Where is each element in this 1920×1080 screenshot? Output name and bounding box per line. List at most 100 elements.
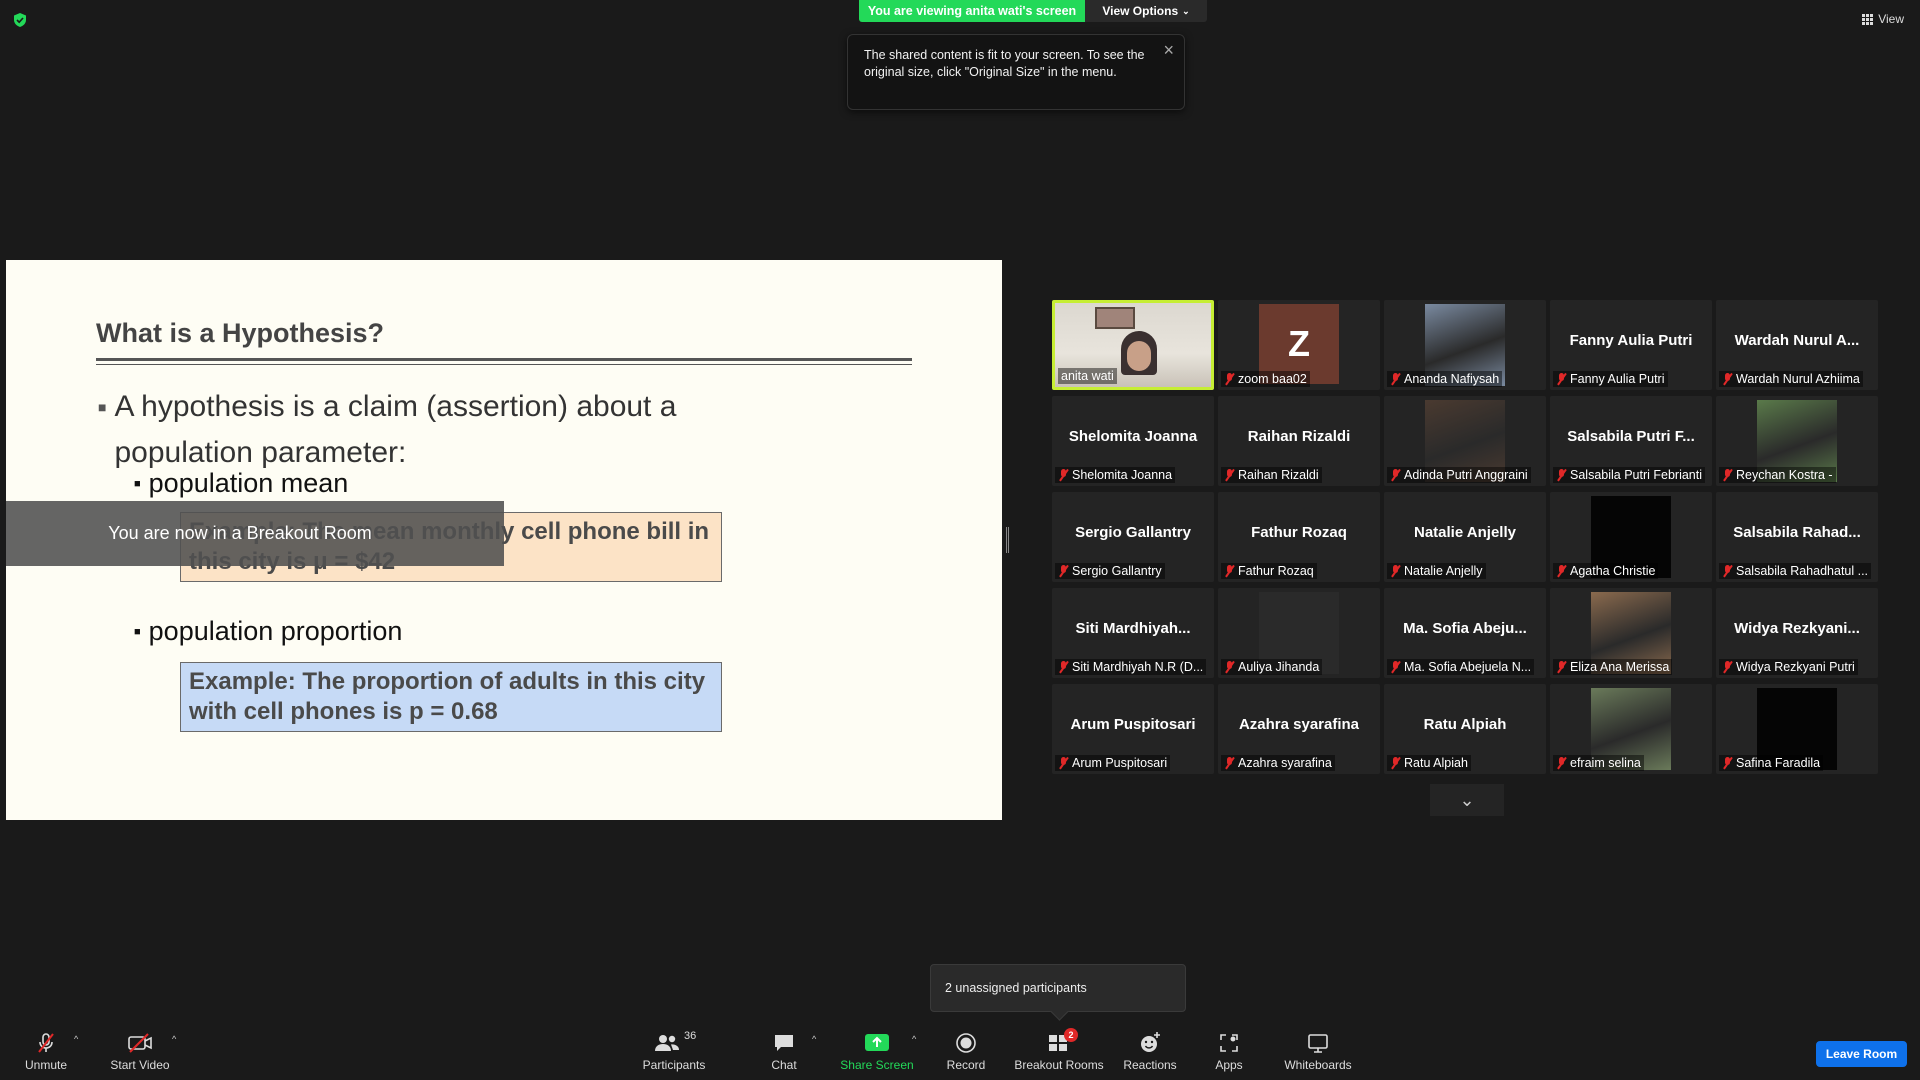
participant-name-label: Ananda Nafiysah xyxy=(1387,371,1503,387)
microphone-muted-icon xyxy=(1390,565,1401,577)
start-video-label: Start Video xyxy=(110,1058,170,1072)
reactions-button[interactable]: Reactions xyxy=(1123,1030,1177,1076)
sub-bullet-text: population proportion xyxy=(148,616,403,646)
participant-tile[interactable]: Ananda Nafiysah xyxy=(1384,300,1546,390)
participant-display-name: Salsabila Rahad... xyxy=(1733,524,1861,541)
microphone-muted-icon xyxy=(1722,469,1733,481)
participant-display-name: Shelomita Joanna xyxy=(1068,428,1198,445)
record-button[interactable]: Record xyxy=(944,1030,988,1076)
share-screen-button[interactable]: Share Screen xyxy=(840,1030,914,1076)
participant-display-name: Wardah Nurul A... xyxy=(1734,332,1860,349)
view-options-label: View Options xyxy=(1102,4,1179,18)
participant-tile[interactable]: Reychan Kostra - xyxy=(1716,396,1878,486)
whiteboards-button[interactable]: Whiteboards xyxy=(1280,1030,1356,1076)
participant-tile[interactable]: Safina Faradila xyxy=(1716,684,1878,774)
participant-name-label: Azahra syarafina xyxy=(1221,755,1335,771)
participant-name: Raihan Rizaldi xyxy=(1238,468,1319,482)
participant-tile[interactable]: Fanny Aulia Putri Fanny Aulia Putri xyxy=(1550,300,1712,390)
bullet-square-icon: ■ xyxy=(134,477,141,490)
participant-tile[interactable]: Siti Mardhiyah... Siti Mardhiyah N.R (D..… xyxy=(1052,588,1214,678)
participant-name: anita wati xyxy=(1061,369,1114,383)
participant-tile[interactable]: Wardah Nurul A... Wardah Nurul Azhiima xyxy=(1716,300,1878,390)
apps-button[interactable]: Apps xyxy=(1208,1030,1250,1076)
participant-name-label: Salsabila Rahadhatul ... xyxy=(1719,563,1872,579)
participant-tile[interactable]: Adinda Putri Anggraini xyxy=(1384,396,1546,486)
participant-name: Eliza Ana Merissa xyxy=(1570,660,1670,674)
participant-name-label: Auliya Jihanda xyxy=(1221,659,1323,675)
participants-button[interactable]: 36 Participants xyxy=(640,1030,708,1076)
breakout-rooms-button[interactable]: 2 Breakout Rooms xyxy=(1014,1028,1104,1076)
microphone-muted-icon xyxy=(1722,565,1733,577)
participant-tile[interactable]: Natalie Anjelly Natalie Anjelly xyxy=(1384,492,1546,582)
participant-name-label: Eliza Ana Merissa xyxy=(1553,659,1673,675)
sub-bullet-proportion: ■ population proportion xyxy=(134,616,402,647)
participant-tile[interactable]: Zzoom baa02 xyxy=(1218,300,1380,390)
participant-name-label: Raihan Rizaldi xyxy=(1221,467,1322,483)
whiteboards-label: Whiteboards xyxy=(1284,1058,1352,1072)
participant-name: Azahra syarafina xyxy=(1238,756,1332,770)
participant-name: Ma. Sofia Abejuela N... xyxy=(1404,660,1532,674)
fit-to-screen-tooltip: The shared content is fit to your screen… xyxy=(847,34,1185,110)
participant-display-name: Widya Rezkyani... xyxy=(1734,620,1860,637)
participant-tile[interactable]: efraim selina xyxy=(1550,684,1712,774)
participant-display-name: Fathur Rozaq xyxy=(1251,524,1347,541)
participant-name: Natalie Anjelly xyxy=(1404,564,1483,578)
microphone-muted-icon xyxy=(1722,373,1733,385)
view-button[interactable]: View xyxy=(1862,12,1904,26)
participant-name: Salsabila Rahadhatul ... xyxy=(1736,564,1869,578)
participant-name: Auliya Jihanda xyxy=(1238,660,1320,674)
participant-tile[interactable]: Ratu Alpiah Ratu Alpiah xyxy=(1384,684,1546,774)
participant-display-name: Salsabila Putri F... xyxy=(1567,428,1695,445)
participant-tile[interactable]: Salsabila Rahad... Salsabila Rahadhatul .… xyxy=(1716,492,1878,582)
unassigned-participants-popover[interactable]: 2 unassigned participants xyxy=(930,964,1186,1012)
close-icon[interactable]: × xyxy=(1163,41,1174,59)
participant-name-label: Wardah Nurul Azhiima xyxy=(1719,371,1863,387)
participant-name: Salsabila Putri Febrianti xyxy=(1570,468,1703,482)
gallery-next-page-button[interactable]: ⌄ xyxy=(1430,784,1504,816)
video-options-caret-icon[interactable]: ^ xyxy=(172,1034,176,1044)
participant-gallery: anita wati Zzoom baa02 Ananda Nafiysah Fann… xyxy=(1052,300,1878,774)
panel-resize-handle[interactable] xyxy=(1006,527,1009,553)
participant-name-label: Reychan Kostra - xyxy=(1719,467,1836,483)
participant-name: Shelomita Joanna xyxy=(1072,468,1173,482)
participant-tile[interactable]: Azahra syarafina Azahra syarafina xyxy=(1218,684,1380,774)
participant-tile[interactable]: anita wati xyxy=(1052,300,1214,390)
participant-display-name: Siti Mardhiyah... xyxy=(1075,620,1191,637)
record-label: Record xyxy=(946,1058,986,1072)
participant-tile[interactable]: Ma. Sofia Abeju... Ma. Sofia Abejuela N..… xyxy=(1384,588,1546,678)
participant-display-name: Azahra syarafina xyxy=(1238,716,1360,733)
participant-name: Fathur Rozaq xyxy=(1238,564,1314,578)
chat-options-caret-icon[interactable]: ^ xyxy=(812,1034,816,1044)
microphone-muted-icon xyxy=(1390,373,1401,385)
microphone-muted-icon xyxy=(1058,757,1069,769)
participant-name-label: Ma. Sofia Abejuela N... xyxy=(1387,659,1535,675)
participant-name: Wardah Nurul Azhiima xyxy=(1736,372,1860,386)
participant-tile[interactable]: Agatha Christie xyxy=(1550,492,1712,582)
view-options-button[interactable]: View Options ⌄ xyxy=(1085,0,1207,22)
participant-tile[interactable]: Shelomita Joanna Shelomita Joanna xyxy=(1052,396,1214,486)
participant-tile[interactable]: Widya Rezkyani... Widya Rezkyani Putri xyxy=(1716,588,1878,678)
participant-tile[interactable]: Auliya Jihanda xyxy=(1218,588,1380,678)
participants-icon: 36 xyxy=(654,1030,696,1056)
participant-name-label: Arum Puspitosari xyxy=(1055,755,1171,771)
security-shield-icon[interactable] xyxy=(12,12,28,28)
chat-button[interactable]: Chat xyxy=(764,1030,804,1076)
chat-label: Chat xyxy=(771,1058,797,1072)
meeting-toolbar: Unmute ^ Start Video ^ 36 Participants C… xyxy=(0,1022,1920,1080)
participant-tile[interactable]: Eliza Ana Merissa xyxy=(1550,588,1712,678)
start-video-button[interactable]: Start Video xyxy=(104,1030,176,1076)
microphone-muted-icon xyxy=(1224,565,1235,577)
audio-options-caret-icon[interactable]: ^ xyxy=(74,1034,78,1044)
unmute-button[interactable]: Unmute xyxy=(18,1030,74,1076)
microphone-muted-icon xyxy=(1224,757,1235,769)
share-options-caret-icon[interactable]: ^ xyxy=(912,1034,916,1044)
record-icon xyxy=(955,1030,977,1056)
participant-name-label: Widya Rezkyani Putri xyxy=(1719,659,1858,675)
participant-tile[interactable]: Raihan Rizaldi Raihan Rizaldi xyxy=(1218,396,1380,486)
leave-room-button[interactable]: Leave Room xyxy=(1816,1041,1907,1067)
participant-tile[interactable]: Salsabila Putri F... Salsabila Putri Febr… xyxy=(1550,396,1712,486)
participant-tile[interactable]: Arum Puspitosari Arum Puspitosari xyxy=(1052,684,1214,774)
sub-bullet-mean: ■ population mean xyxy=(134,468,348,499)
participant-tile[interactable]: Fathur Rozaq Fathur Rozaq xyxy=(1218,492,1380,582)
participant-tile[interactable]: Sergio Gallantry Sergio Gallantry xyxy=(1052,492,1214,582)
